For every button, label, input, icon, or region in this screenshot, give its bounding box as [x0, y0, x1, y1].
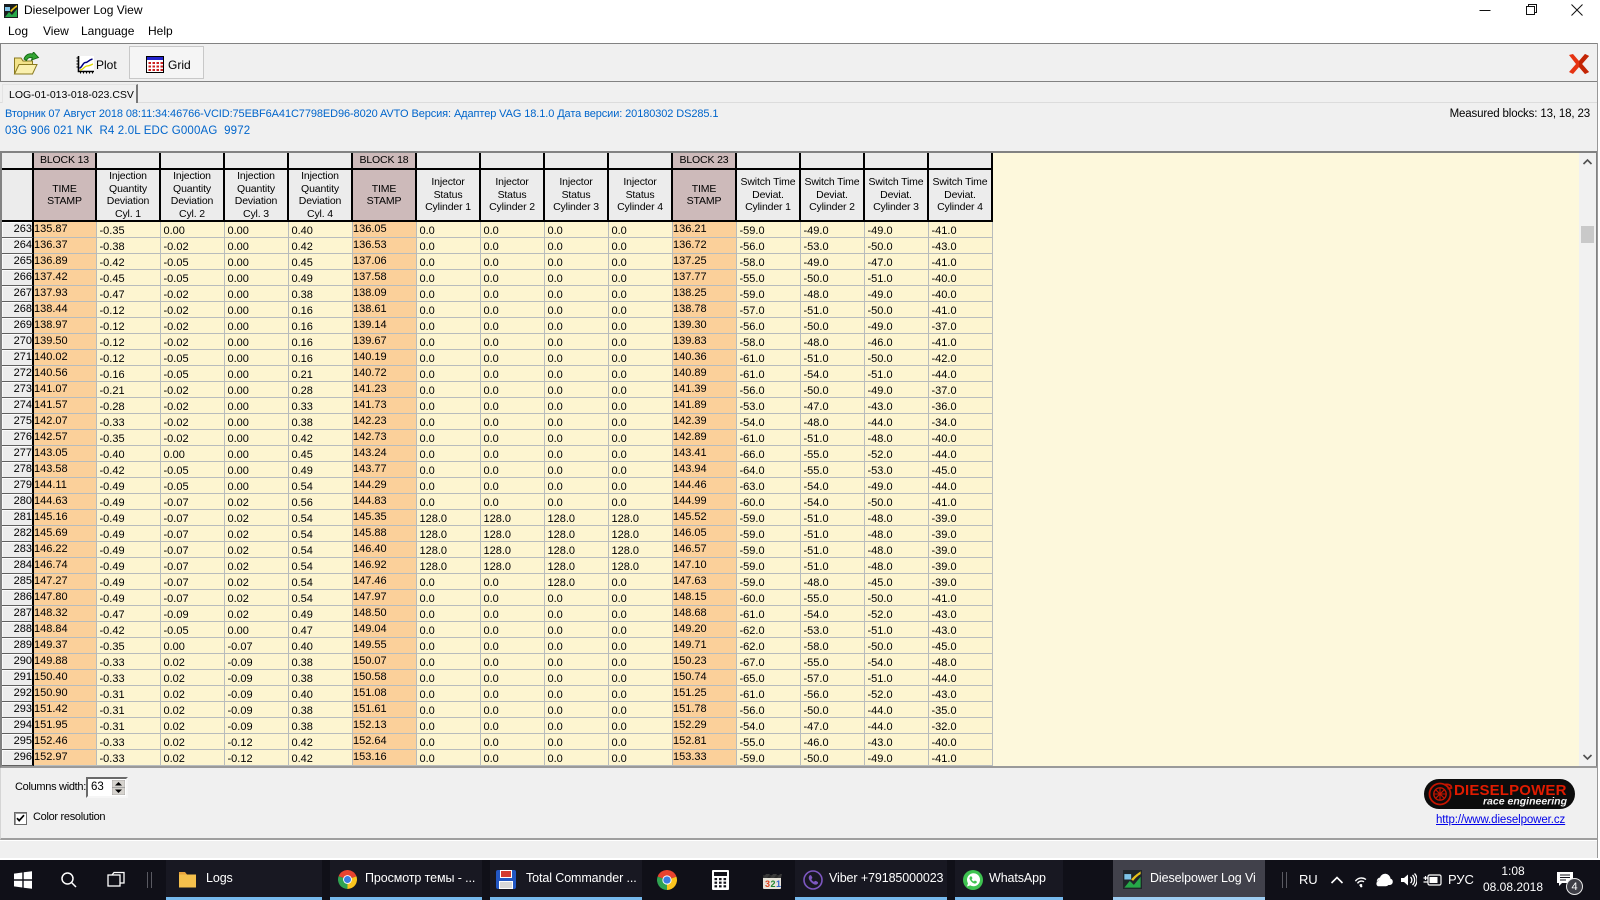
svg-text:race engineering: race engineering — [1483, 796, 1568, 808]
svg-text:3: 3 — [765, 879, 770, 889]
svg-text:2: 2 — [771, 879, 776, 889]
svg-text:1: 1 — [776, 879, 781, 889]
